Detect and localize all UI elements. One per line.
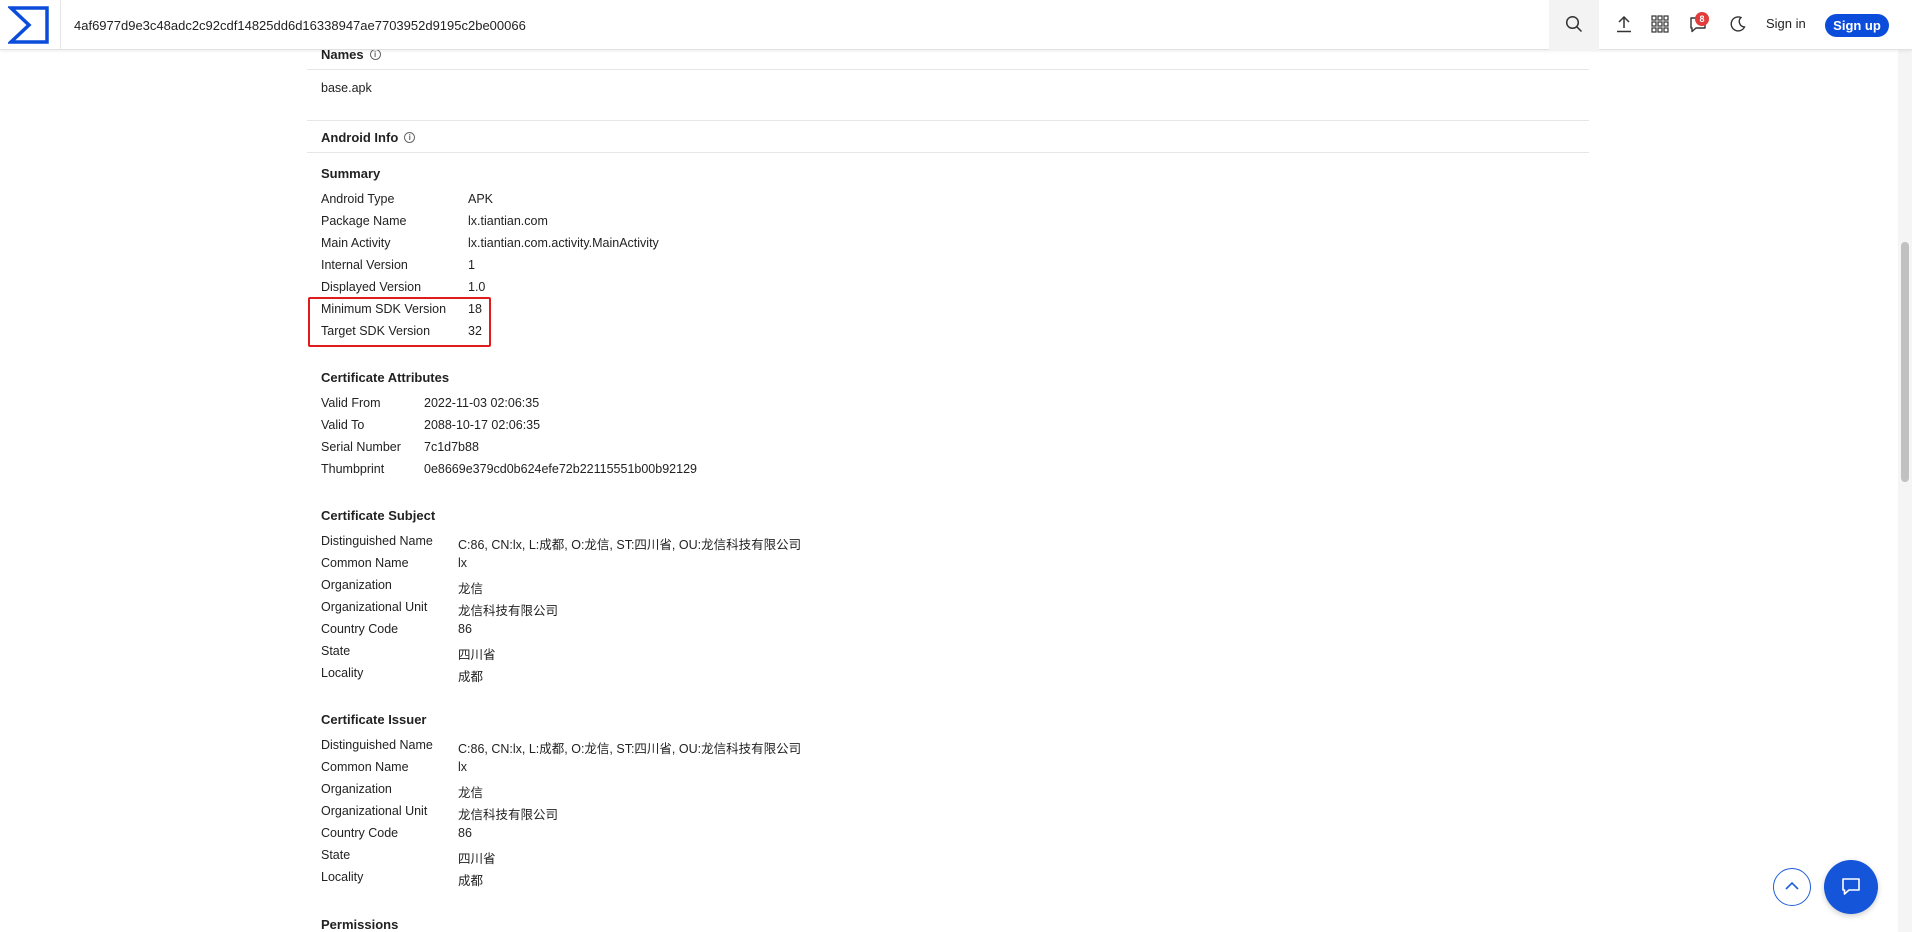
names-divider-top <box>307 69 1589 70</box>
row-value: 2088-10-17 02:06:35 <box>424 418 541 432</box>
moon-icon <box>1729 15 1747 36</box>
row-key: Country Code <box>321 826 399 840</box>
row-value: 0e8669e379cd0b624efe72b22115551b00b92129 <box>424 462 697 476</box>
row-value: 龙信科技有限公司 <box>458 604 559 618</box>
row-value: 成都 <box>458 670 484 684</box>
scrollbar-thumb[interactable] <box>1901 242 1909 482</box>
row-key: State <box>321 644 351 658</box>
row-key: Locality <box>321 666 364 680</box>
row-key: Organization <box>321 578 392 592</box>
row-value: 1 <box>468 258 475 272</box>
row-value: 龙信 <box>458 582 484 596</box>
row-value: 1.0 <box>468 280 486 294</box>
search-icon <box>1565 15 1583 36</box>
android-info-section-title: Android Info i <box>321 130 416 145</box>
row-key: Internal Version <box>321 258 408 272</box>
android-info-divider <box>307 152 1589 153</box>
row-value: 86 <box>458 826 472 840</box>
apps-button[interactable] <box>1648 13 1672 37</box>
row-value: 龙信 <box>458 786 484 800</box>
android-info-title-text: Android Info <box>321 130 399 145</box>
top-bar: 8 Sign in Sign up <box>0 0 1912 50</box>
row-value: 7c1d7b88 <box>424 440 479 454</box>
row-key: Distinguished Name <box>321 534 433 548</box>
row-key: Organizational Unit <box>321 804 428 818</box>
summary-heading: Summary <box>321 166 381 181</box>
sign-in-link[interactable]: Sign in <box>1766 16 1806 31</box>
row-key: Distinguished Name <box>321 738 433 752</box>
notification-badge: 8 <box>1695 12 1709 26</box>
row-key: Serial Number <box>321 440 401 454</box>
certificate-subject-heading: Certificate Subject <box>321 508 436 523</box>
row-key: Locality <box>321 870 364 884</box>
certificate-attributes-heading: Certificate Attributes <box>321 370 450 385</box>
names-value: base.apk <box>321 81 372 95</box>
certificate-issuer-heading: Certificate Issuer <box>321 712 427 727</box>
chat-button[interactable] <box>1824 860 1878 914</box>
row-value: lx.tiantian.com.activity.MainActivity <box>468 236 659 250</box>
row-value: lx.tiantian.com <box>468 214 548 228</box>
row-key: Package Name <box>321 214 407 228</box>
theme-toggle-button[interactable] <box>1726 13 1750 37</box>
names-divider-bottom <box>307 120 1589 121</box>
chevron-up-icon <box>1784 878 1800 897</box>
row-value: C:86, CN:lx, L:成都, O:龙信, ST:四川省, OU:龙信科技… <box>458 742 802 756</box>
info-icon[interactable]: i <box>404 132 416 143</box>
row-value: 86 <box>458 622 472 636</box>
search-button[interactable] <box>1549 0 1599 50</box>
upload-icon <box>1615 15 1633 36</box>
row-value: APK <box>468 192 494 206</box>
row-key: Displayed Version <box>321 280 422 294</box>
search-input[interactable] <box>66 8 1546 42</box>
scroll-to-top-button[interactable] <box>1773 868 1811 906</box>
row-key: Country Code <box>321 622 399 636</box>
virustotal-logo-icon[interactable] <box>6 6 50 44</box>
row-key: Main Activity <box>321 236 391 250</box>
row-value: 四川省 <box>458 852 496 866</box>
sign-up-button[interactable]: Sign up <box>1825 14 1889 37</box>
row-key: Organizational Unit <box>321 600 428 614</box>
row-value: lx <box>458 556 468 570</box>
row-key: Valid From <box>321 396 381 410</box>
info-icon[interactable]: i <box>369 49 381 60</box>
permissions-heading: Permissions <box>321 917 399 932</box>
row-key: Android Type <box>321 192 395 206</box>
row-value: 成都 <box>458 874 484 888</box>
scrollbar-track[interactable] <box>1898 50 1912 932</box>
row-key: Valid To <box>321 418 365 432</box>
upload-button[interactable] <box>1612 13 1636 37</box>
logo-divider <box>60 0 61 50</box>
row-key: Organization <box>321 782 392 796</box>
row-value: 2022-11-03 02:06:35 <box>424 396 540 410</box>
row-value: 四川省 <box>458 648 496 662</box>
row-value: 龙信科技有限公司 <box>458 808 559 822</box>
apps-grid-icon <box>1651 14 1669 36</box>
row-key: Common Name <box>321 556 409 570</box>
row-value: lx <box>458 760 468 774</box>
row-key: Thumbprint <box>321 462 385 476</box>
sdk-version-highlight-box <box>308 297 491 347</box>
row-key: State <box>321 848 351 862</box>
row-value: C:86, CN:lx, L:成都, O:龙信, ST:四川省, OU:龙信科技… <box>458 538 802 552</box>
chat-bubble-icon <box>1840 875 1862 900</box>
row-key: Common Name <box>321 760 409 774</box>
